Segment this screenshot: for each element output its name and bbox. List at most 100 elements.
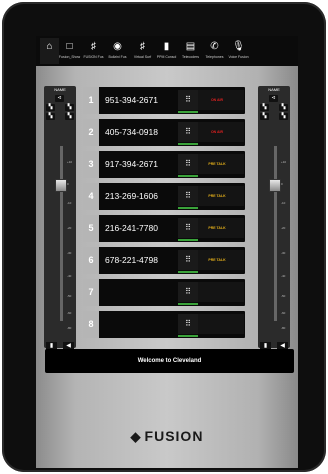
nav-label: Telephones xyxy=(205,55,224,59)
target-icon: ◉ xyxy=(113,41,122,52)
nav-label: Virtual Surf xyxy=(133,55,152,59)
caller-number: 405-734-0918 xyxy=(105,127,158,137)
scale-label: -60 xyxy=(67,311,72,315)
route-c-icon[interactable]: ▚ xyxy=(46,113,55,120)
keypad-icon[interactable]: ⠿ xyxy=(178,218,198,238)
status-button[interactable] xyxy=(198,282,244,302)
status-button[interactable]: ON AIR xyxy=(198,90,244,110)
fusion-logo-icon: ◆ xyxy=(130,429,142,444)
mic-icon: 🎙 xyxy=(232,41,245,52)
keypad-icon[interactable]: ⠿ xyxy=(178,314,198,334)
scale-label: 0 xyxy=(281,182,283,186)
nav-bullzini[interactable]: ◉ Bullzini Fus xyxy=(108,38,127,64)
status-label xyxy=(206,314,228,334)
fader-name: NAME xyxy=(54,87,66,92)
status-button[interactable]: PRE TALK xyxy=(198,218,244,238)
route-b-icon[interactable]: ▚ xyxy=(65,104,74,111)
window-icon: □ xyxy=(66,41,73,52)
keypad-icon[interactable]: ⠿ xyxy=(178,154,198,174)
cue-icon[interactable]: ⊲ xyxy=(55,95,64,102)
route-d-icon[interactable]: ▚ xyxy=(279,113,288,120)
keypad-icon[interactable]: ⠿ xyxy=(178,282,198,302)
line-number: 7 xyxy=(83,279,99,306)
nav-label: PPM Consol xyxy=(156,55,177,59)
nav-fusion-show[interactable]: □ Fusion_Show xyxy=(59,38,80,64)
status-button[interactable] xyxy=(198,314,244,334)
nav-virtual-surf[interactable]: ♯ Virtual Surf xyxy=(133,38,152,64)
level-meter xyxy=(178,303,198,305)
phone-line-5[interactable]: 5 216-241-7780 ⠿ PRE TALK xyxy=(83,215,245,242)
line-number: 1 xyxy=(83,87,99,114)
scale-label: -50 xyxy=(67,294,72,298)
line-number: 6 xyxy=(83,247,99,274)
level-meter xyxy=(178,271,198,273)
status-label: PRE TALK xyxy=(208,258,226,262)
fader-track[interactable] xyxy=(274,146,277,321)
scale-label: -80 xyxy=(67,326,72,330)
nav-label: Bullzini Fus xyxy=(108,55,127,59)
keypad-icon[interactable]: ⠿ xyxy=(178,90,198,110)
level-meter xyxy=(178,143,198,145)
scale-label: -60 xyxy=(281,311,286,315)
scale-label: -30 xyxy=(281,251,286,255)
scale-label: +10 xyxy=(281,160,287,164)
route-c-icon[interactable]: ▚ xyxy=(260,113,269,120)
phone-line-2[interactable]: 2 405-734-0918 ⠿ ON AIR xyxy=(83,119,245,146)
mixer-icon: ♯ xyxy=(91,41,96,52)
route-b-icon[interactable]: ▚ xyxy=(279,104,288,111)
brand-logo: ◆ FUSION xyxy=(36,428,298,445)
phone-line-1[interactable]: 1 951-394-2671 ⠿ ON AIR xyxy=(83,87,245,114)
nav-telephones[interactable]: ✆ Telephones xyxy=(205,38,224,64)
nav-fusion-fus[interactable]: ♯ FUSION Fus xyxy=(83,38,104,64)
keypad-icon[interactable]: ⠿ xyxy=(178,122,198,142)
fader-track[interactable] xyxy=(60,146,63,321)
keypad-icon[interactable]: ⠿ xyxy=(178,186,198,206)
phone-line-8[interactable]: 8 ⠿ xyxy=(83,311,245,338)
scale-label: -40 xyxy=(281,274,286,278)
cue-icon[interactable]: ⊲ xyxy=(269,95,278,102)
scale-label: -20 xyxy=(67,226,72,230)
level-meter xyxy=(178,111,198,113)
fader-knob[interactable] xyxy=(269,179,281,192)
nav-voice-fusion[interactable]: 🎙 Voice Fusion xyxy=(228,38,248,64)
status-button[interactable]: PRE TALK xyxy=(198,250,244,270)
phone-line-4[interactable]: 4 213-269-1606 ⠿ PRE TALK xyxy=(83,183,245,210)
status-button[interactable]: PRE TALK xyxy=(198,186,244,206)
tablet-frame: ⌂ □ Fusion_Show ♯ FUSION Fus ◉ Bullzini … xyxy=(2,2,326,472)
left-fader-panel: NAME ⊲ ▚ ▚ ▚ ▚ +10 0 -10 -20 -30 -40 -50… xyxy=(44,86,76,364)
scale-label: +10 xyxy=(67,160,73,164)
line-number: 8 xyxy=(83,311,99,338)
caller-number: 917-394-2671 xyxy=(105,159,158,169)
status-button[interactable]: ON AIR xyxy=(198,122,244,142)
nav-ppm-consol[interactable]: ▮ PPM Consol xyxy=(157,38,176,64)
status-label: PRE TALK xyxy=(208,226,226,230)
phone-line-6[interactable]: 6 678-221-4798 ⠿ PRE TALK xyxy=(83,247,245,274)
fader-name: NAME xyxy=(268,87,280,92)
route-d-icon[interactable]: ▚ xyxy=(65,113,74,120)
scale-label: -10 xyxy=(67,201,72,205)
screen: ⌂ □ Fusion_Show ♯ FUSION Fus ◉ Bullzini … xyxy=(36,36,298,468)
line-number: 2 xyxy=(83,119,99,146)
route-a-icon[interactable]: ▚ xyxy=(46,104,55,111)
right-fader-panel: NAME ⊲ ▚ ▚ ▚ ▚ +10 0 -10 -20 -30 -40 -50… xyxy=(258,86,290,364)
fader-knob[interactable] xyxy=(55,179,67,192)
nav-home[interactable]: ⌂ xyxy=(40,38,59,64)
keypad-icon[interactable]: ⠿ xyxy=(178,250,198,270)
line-number: 3 xyxy=(83,151,99,178)
level-meter xyxy=(178,335,198,337)
nav-label: FUSION Fus xyxy=(83,55,104,59)
welcome-banner: Welcome to Cleveland xyxy=(45,349,294,373)
phone-line-7[interactable]: 7 ⠿ xyxy=(83,279,245,306)
home-icon: ⌂ xyxy=(46,41,53,52)
status-label: ON AIR xyxy=(210,98,224,102)
status-label: ON AIR xyxy=(210,130,224,134)
level-meter xyxy=(178,175,198,177)
status-label: PRE TALK xyxy=(208,162,226,166)
status-label xyxy=(206,282,228,302)
level-meter xyxy=(178,239,198,241)
route-a-icon[interactable]: ▚ xyxy=(260,104,269,111)
brand-name: FUSION xyxy=(144,428,204,444)
status-button[interactable]: PRE TALK xyxy=(198,154,244,174)
phone-line-3[interactable]: 3 917-394-2671 ⠿ PRE TALK xyxy=(83,151,245,178)
nav-telecoders[interactable]: ▤ Telecoders xyxy=(181,38,200,64)
